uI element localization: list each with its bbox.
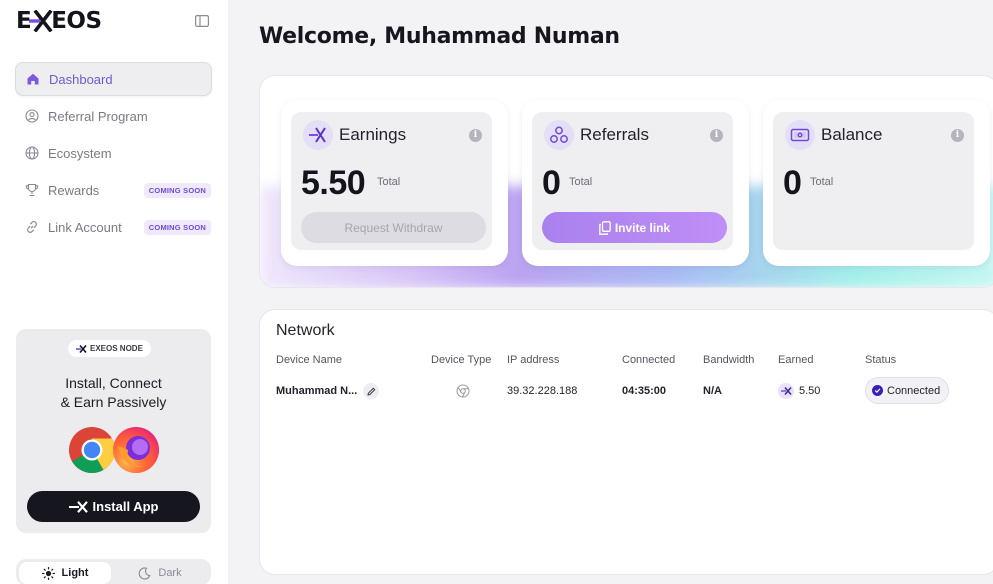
earnings-card: Earnings i 5.50 Total Request Withdraw — [281, 100, 508, 266]
invite-link-button[interactable]: Invite link — [542, 212, 727, 243]
column-header-bandwidth: Bandwidth — [703, 354, 755, 366]
page-title: Welcome, Muhammad Numan — [259, 24, 620, 49]
sidebar-item-referral-program[interactable]: Referral Program — [15, 99, 212, 133]
ip-address-cell: 39.32.228.188 — [507, 385, 578, 397]
sidebar-item-label: Dashboard — [49, 71, 113, 87]
user-circle-icon — [25, 109, 39, 123]
exeos-x-icon — [303, 120, 333, 150]
theme-toggle: Light Dark — [16, 559, 211, 584]
theme-dark-option[interactable]: Dark — [114, 562, 206, 584]
promo-headline: Install, Connect & Earn Passively — [16, 374, 211, 412]
sidebar-item-label: Referral Program — [48, 108, 148, 124]
column-header-status: Status — [865, 354, 897, 366]
install-app-button[interactable]: Install App — [27, 491, 200, 522]
info-icon[interactable]: i — [951, 129, 964, 142]
theme-dark-label: Dark — [158, 567, 182, 579]
network-title: Network — [276, 322, 335, 339]
check-circle-icon — [872, 385, 883, 396]
logo-x-icon — [29, 9, 53, 33]
moon-icon — [139, 566, 151, 579]
exeos-x-icon — [76, 344, 87, 353]
earnings-title: Earnings — [339, 125, 407, 144]
column-header-earned: Earned — [778, 354, 814, 366]
install-app-label: Install App — [92, 499, 159, 514]
globe-icon — [25, 146, 39, 160]
promo-badge-label: EXEOS NODE — [90, 344, 143, 353]
browser-icons — [69, 427, 159, 473]
theme-light-option[interactable]: Light — [19, 562, 111, 584]
stats-panel: Earnings i 5.50 Total Request Withdraw R… — [259, 75, 993, 288]
info-icon[interactable]: i — [469, 129, 482, 142]
link-icon — [25, 220, 39, 234]
balance-card: Balance i 0 Total — [763, 100, 990, 266]
sidebar-item-ecosystem[interactable]: Ecosystem — [15, 136, 212, 170]
column-header-connected: Connected — [622, 354, 676, 366]
device-name-cell: Muhammad N... — [276, 382, 380, 400]
promo-headline-line1: Install, Connect — [65, 375, 162, 391]
sun-icon — [41, 566, 55, 580]
earned-cell: 5.50 — [778, 382, 820, 400]
exeos-x-icon — [778, 383, 794, 399]
earned-value: 5.50 — [799, 385, 821, 397]
request-withdraw-button[interactable]: Request Withdraw — [301, 212, 486, 243]
chrome-icon — [69, 427, 116, 473]
sidebar-item-label: Rewards — [48, 182, 100, 198]
promo-headline-line2: & Earn Passively — [60, 394, 167, 410]
coming-soon-badge: COMING SOON — [143, 182, 211, 198]
device-name: Muhammad N... — [276, 385, 358, 397]
earnings-value: 5.50 — [301, 164, 366, 202]
trophy-icon — [25, 183, 39, 197]
balance-title: Balance — [821, 125, 883, 144]
edit-pencil-icon[interactable] — [363, 383, 380, 399]
balance-card-body: Balance i 0 Total — [773, 112, 974, 250]
exeos-node-badge: EXEOS NODE — [68, 340, 151, 357]
sidebar-nav: Dashboard Referral Program Ecosystem Rew… — [15, 62, 212, 247]
referrals-card-body: Referrals i 0 Total Invite link — [532, 112, 733, 250]
sidebar-item-link-account[interactable]: Link Account COMING SOON — [15, 210, 212, 244]
invite-link-label: Invite link — [614, 220, 671, 235]
chrome-icon — [456, 384, 470, 398]
sidebar-item-dashboard[interactable]: Dashboard — [15, 62, 212, 96]
column-header-device-type: Device Type — [431, 354, 492, 366]
sidebar-item-label: Ecosystem — [48, 145, 112, 161]
balance-value: 0 — [783, 164, 802, 202]
wallet-icon — [785, 120, 815, 150]
column-header-ip-address: IP address — [507, 354, 560, 366]
copy-icon — [598, 220, 611, 235]
exeos-x-icon — [68, 500, 88, 513]
network-panel: Network Device Name Device Type IP addre… — [259, 309, 993, 575]
sidebar-collapse-icon[interactable] — [195, 14, 210, 28]
coming-soon-badge: COMING SOON — [143, 219, 211, 235]
bandwidth-cell: N/A — [703, 385, 722, 397]
sidebar-item-label: Link Account — [48, 219, 122, 235]
referrals-title: Referrals — [580, 125, 649, 144]
install-promo-card: EXEOS NODE Install, Connect & Earn Passi… — [16, 329, 211, 533]
logo-suffix: EOS — [51, 8, 102, 34]
earnings-card-body: Earnings i 5.50 Total Request Withdraw — [291, 112, 492, 250]
referrals-unit: Total — [569, 176, 593, 188]
info-icon[interactable]: i — [710, 129, 723, 142]
exeos-logo[interactable]: E EOS — [16, 8, 102, 34]
status-badge: Connected — [865, 377, 950, 404]
referrals-card: Referrals i 0 Total Invite link — [522, 100, 749, 266]
status-label: Connected — [887, 384, 941, 397]
theme-light-label: Light — [61, 567, 89, 579]
referrals-value: 0 — [542, 164, 561, 202]
sidebar-item-rewards[interactable]: Rewards COMING SOON — [15, 173, 212, 207]
firefox-icon — [113, 427, 159, 473]
home-icon — [26, 72, 40, 86]
sidebar: E EOS Dashboard Referral Program Ecosyst… — [0, 0, 228, 584]
column-header-device-name: Device Name — [276, 354, 343, 366]
referrals-icon — [544, 120, 574, 150]
connected-time-cell: 04:35:00 — [622, 385, 667, 397]
balance-unit: Total — [810, 176, 834, 188]
device-type-cell — [456, 382, 470, 400]
earnings-unit: Total — [377, 176, 401, 188]
